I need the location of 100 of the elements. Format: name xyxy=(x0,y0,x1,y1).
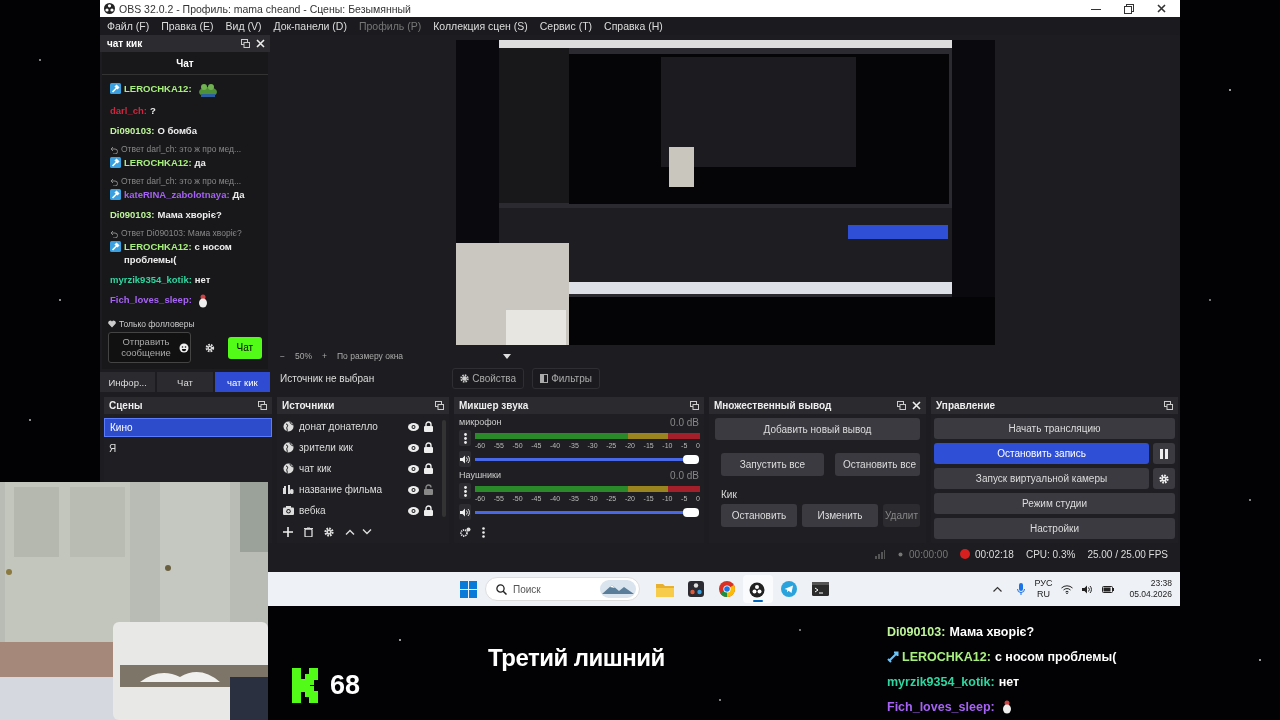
unlock-icon[interactable] xyxy=(424,484,433,495)
palette-icon[interactable] xyxy=(688,581,704,597)
maximize-icon[interactable] xyxy=(1123,3,1134,14)
settings-button[interactable] xyxy=(1153,468,1175,489)
lock-icon[interactable] xyxy=(424,421,433,432)
menu-item[interactable]: Правка (E) xyxy=(161,20,214,32)
globe-icon xyxy=(283,463,294,474)
globe-icon xyxy=(283,421,294,432)
volume-slider[interactable] xyxy=(475,457,699,461)
eye-icon[interactable] xyxy=(408,422,419,431)
taskbar-button[interactable] xyxy=(743,575,773,603)
output-action-button[interactable]: Удалит xyxy=(883,504,920,527)
dots-icon[interactable] xyxy=(482,526,485,538)
filter-icon xyxy=(540,373,549,383)
advanced-audio-icon[interactable] xyxy=(460,527,471,537)
mute-button[interactable] xyxy=(459,504,471,520)
gear-icon[interactable] xyxy=(324,527,334,537)
eye-icon[interactable] xyxy=(408,506,419,515)
mute-button[interactable] xyxy=(459,451,471,467)
frog-icon xyxy=(197,83,218,97)
lock-icon[interactable] xyxy=(424,505,433,516)
scene-item[interactable]: Я xyxy=(104,439,272,458)
dock-tab[interactable]: чат кик xyxy=(214,372,270,392)
pause-button[interactable] xyxy=(1153,443,1175,464)
undock-icon[interactable] xyxy=(241,39,250,48)
control-button[interactable]: Начать трансляцию xyxy=(934,418,1175,439)
chat-mode: Только фолловеры xyxy=(119,319,195,329)
battery-icon[interactable] xyxy=(1102,585,1115,593)
close-icon[interactable] xyxy=(1157,4,1166,13)
slider-thumb[interactable] xyxy=(683,507,699,517)
menu-item[interactable]: Файл (F) xyxy=(107,20,150,32)
menu-item[interactable]: Справка (H) xyxy=(604,20,663,32)
eye-icon[interactable] xyxy=(408,464,419,473)
browser-icon[interactable] xyxy=(719,581,735,597)
channel-menu-button[interactable] xyxy=(459,430,471,446)
wifi-icon[interactable] xyxy=(1061,584,1074,594)
control-button[interactable]: Остановить запись xyxy=(934,443,1149,464)
clock-date[interactable]: 05.04.2026 xyxy=(1129,589,1172,600)
disc-icon[interactable] xyxy=(749,580,767,598)
menu-item[interactable]: Вид (V) xyxy=(225,20,262,32)
dock-tab[interactable]: Инфор... xyxy=(100,372,156,392)
zoom-out-button[interactable]: − xyxy=(280,351,285,361)
menu-item[interactable]: Коллекция сцен (S) xyxy=(433,20,528,32)
input-language[interactable]: РУС xyxy=(1034,578,1053,589)
move-up-icon[interactable] xyxy=(345,529,355,535)
properties-button[interactable]: Свойства xyxy=(452,367,525,389)
slider-thumb[interactable] xyxy=(683,454,699,464)
send-button[interactable]: Чат xyxy=(227,336,262,359)
clock-time[interactable]: 23:38 xyxy=(1150,578,1172,589)
source-status: Источник не выбран xyxy=(280,372,375,384)
control-button[interactable]: Настройки xyxy=(934,518,1175,539)
settings-icon[interactable] xyxy=(204,342,215,353)
volume-icon[interactable] xyxy=(1082,584,1094,594)
zoom-in-button[interactable]: + xyxy=(322,351,327,361)
undock-icon[interactable] xyxy=(435,401,444,410)
stream-icon xyxy=(897,550,905,558)
start-all-button[interactable]: Запустить все xyxy=(721,453,824,476)
heart-icon xyxy=(108,320,116,328)
output-action-button[interactable]: Изменить xyxy=(802,504,878,527)
output-action-button[interactable]: Остановить xyxy=(721,504,797,527)
emoji-icon[interactable] xyxy=(179,342,189,353)
camera-icon xyxy=(283,506,294,515)
channel-menu-button[interactable] xyxy=(459,483,471,499)
move-down-icon[interactable] xyxy=(362,529,372,535)
source-item[interactable]: зрители кик xyxy=(299,442,403,453)
dropdown-caret-icon[interactable] xyxy=(503,353,512,359)
source-item[interactable]: вебка xyxy=(299,505,403,516)
microphone-icon[interactable] xyxy=(1017,583,1026,595)
undock-icon[interactable] xyxy=(258,401,267,410)
show-hidden-icon[interactable] xyxy=(993,586,1003,592)
message-input[interactable]: Отправить сообщение xyxy=(108,332,191,363)
lock-icon[interactable] xyxy=(424,463,433,474)
chat-message: kateRINA_zabolotnaya: Да xyxy=(124,188,245,201)
lock-icon[interactable] xyxy=(424,442,433,453)
volume-slider[interactable] xyxy=(475,510,699,514)
stop-all-button[interactable]: Остановить все xyxy=(834,453,920,476)
scale-mode[interactable]: По размеру окна xyxy=(336,351,404,361)
menu-item[interactable]: Док-панели (D) xyxy=(273,20,347,32)
menu-item[interactable]: Сервис (T) xyxy=(539,20,593,32)
source-item[interactable]: донат донателло xyxy=(299,421,403,432)
filters-button[interactable]: Фильтры xyxy=(532,367,600,389)
undock-icon[interactable] xyxy=(897,401,906,410)
undock-icon[interactable] xyxy=(690,401,699,410)
dock-tab[interactable]: Чат xyxy=(157,372,213,392)
scene-item[interactable]: Кино xyxy=(104,418,272,437)
input-region[interactable]: RU xyxy=(1036,589,1050,600)
paper-plane-icon[interactable] xyxy=(781,581,797,597)
control-button[interactable]: Режим студии xyxy=(934,493,1175,514)
start-icon[interactable] xyxy=(460,580,477,598)
control-button[interactable]: Запуск виртуальной камеры xyxy=(934,468,1149,489)
source-item[interactable]: название фильма xyxy=(299,484,403,495)
source-item[interactable]: чат кик xyxy=(299,463,403,474)
trash-icon[interactable] xyxy=(304,527,313,537)
eye-icon[interactable] xyxy=(408,485,419,494)
eye-icon[interactable] xyxy=(408,443,419,452)
add-output-button[interactable]: Добавить новый вывод xyxy=(715,418,920,440)
undock-icon[interactable] xyxy=(1164,401,1173,410)
add-icon[interactable] xyxy=(283,527,293,537)
figure-icon xyxy=(1001,699,1012,714)
terminal-icon[interactable] xyxy=(811,582,829,596)
